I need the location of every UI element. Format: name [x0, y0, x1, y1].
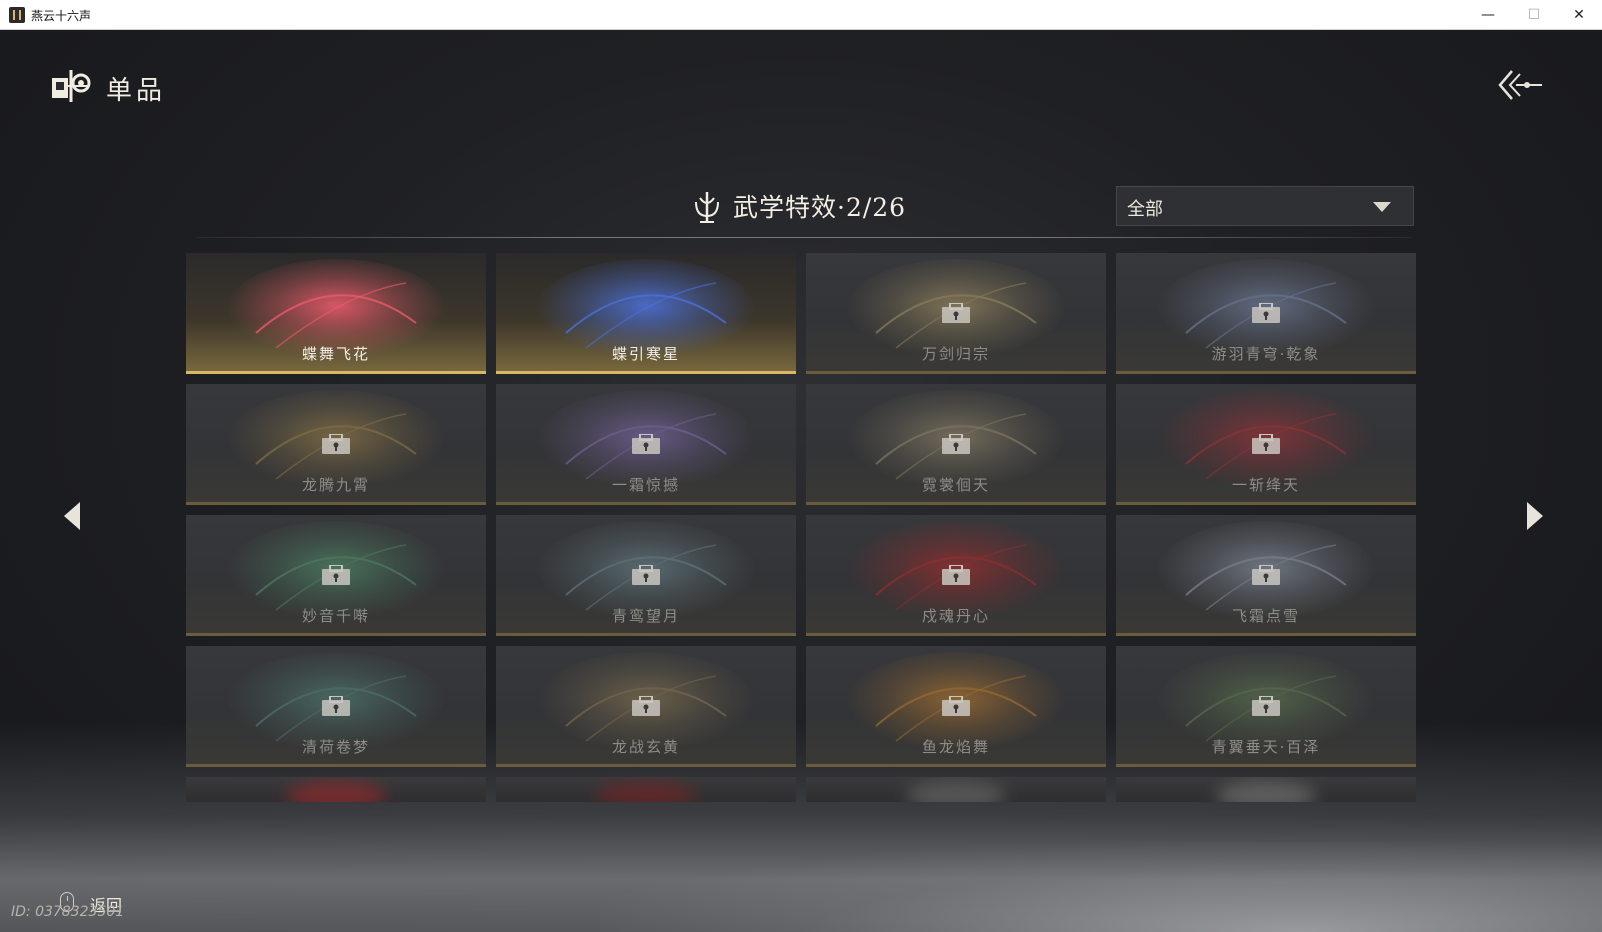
lock-icon	[632, 696, 660, 716]
effect-card-label: 清荷卷梦	[301, 738, 370, 756]
effect-card[interactable]: 妙音千啭	[186, 515, 486, 636]
lock-icon	[632, 434, 660, 454]
effect-card-label: 龙腾九霄	[301, 476, 370, 494]
effect-card-label: 蝶引寒星	[611, 345, 680, 363]
lock-icon	[632, 565, 660, 585]
effect-card[interactable]: 蝶舞飞花	[186, 253, 486, 374]
effect-card[interactable]: 戍魂丹心	[806, 515, 1106, 636]
lock-icon	[1252, 696, 1280, 716]
lock-icon	[942, 565, 970, 585]
chevron-down-icon	[1373, 202, 1391, 212]
close-button[interactable]: ✕	[1556, 0, 1602, 30]
lock-icon	[1252, 434, 1280, 454]
effect-card-label: 龙战玄黄	[611, 738, 680, 756]
effect-card[interactable]: 一霜惊撼	[496, 384, 796, 505]
effect-card-label: 游羽青穹·乾象	[1211, 345, 1321, 363]
effect-card-partial[interactable]	[186, 777, 486, 802]
lock-icon	[1252, 303, 1280, 323]
maximize-button[interactable]: ☐	[1511, 0, 1557, 30]
item-icon	[52, 70, 91, 102]
effect-art	[1216, 781, 1316, 802]
effect-card-label: 万剑归宗	[921, 345, 990, 363]
effect-card-label: 霓裳佪天	[921, 476, 990, 494]
effect-art	[596, 781, 696, 802]
lock-icon	[322, 434, 350, 454]
effect-card[interactable]: 龙腾九霄	[186, 384, 486, 505]
next-page-arrow-icon[interactable]	[1525, 500, 1545, 532]
effect-card[interactable]: 蝶引寒星	[496, 253, 796, 374]
lock-icon	[1252, 565, 1280, 585]
effect-card-partial[interactable]	[1116, 777, 1416, 802]
snow-ground	[600, 842, 1602, 932]
lock-icon	[322, 565, 350, 585]
effect-card[interactable]: 鱼龙焰舞	[806, 646, 1106, 767]
effect-card-label: 鱼龙焰舞	[921, 738, 990, 756]
game-viewport: 单品 武学特效·2/26 全部 蝶舞飞花 蝶引寒星 万剑归宗 游羽青穹·乾象龙腾九霄 一…	[0, 30, 1602, 932]
back-arrow-icon[interactable]	[1498, 68, 1544, 102]
effect-card-partial[interactable]	[496, 777, 796, 802]
effect-card[interactable]: 飞霜点雪	[1116, 515, 1416, 636]
window-titlebar: 燕云十六声 — ☐ ✕	[0, 0, 1602, 30]
effect-card-label: 蝶舞飞花	[301, 345, 370, 363]
effect-card[interactable]: 青翼垂天·百泽	[1116, 646, 1416, 767]
effect-card[interactable]: 万剑归宗	[806, 253, 1106, 374]
minimize-button[interactable]: —	[1465, 0, 1511, 30]
page-title: 单品	[106, 76, 167, 106]
effect-card-label: 飞霜点雪	[1231, 607, 1300, 625]
effect-card[interactable]: 游羽青穹·乾象	[1116, 253, 1416, 374]
effect-card-label: 青鸾望月	[611, 607, 680, 625]
effect-card[interactable]: 青鸾望月	[496, 515, 796, 636]
effect-art	[906, 781, 1006, 802]
lock-icon	[942, 696, 970, 716]
effect-card[interactable]: 一斩绛天	[1116, 384, 1416, 505]
lock-icon	[942, 434, 970, 454]
category-filter-dropdown[interactable]: 全部	[1116, 186, 1414, 226]
effect-card-label: 戍魂丹心	[921, 607, 990, 625]
lock-icon	[942, 303, 970, 323]
previous-page-arrow-icon[interactable]	[62, 500, 82, 532]
filter-selected-value: 全部	[1127, 199, 1163, 220]
lock-icon	[322, 696, 350, 716]
section-divider	[196, 237, 1412, 238]
effect-card-label: 一斩绛天	[1231, 476, 1300, 494]
section-title: 武学特效·2/26	[733, 193, 907, 222]
effect-card[interactable]: 清荷卷梦	[186, 646, 486, 767]
effect-card-grid: 蝶舞飞花 蝶引寒星 万剑归宗 游羽青穹·乾象 龙腾九霄 一霜惊撼 霓裳佪天 一斩绛天 妙音千啭青…	[186, 253, 1418, 823]
app-icon	[9, 7, 25, 23]
martial-arts-icon	[695, 192, 719, 223]
effect-card-label: 一霜惊撼	[611, 476, 680, 494]
effect-card-label: 妙音千啭	[301, 607, 370, 625]
effect-card-partial[interactable]	[806, 777, 1106, 802]
effect-card[interactable]: 霓裳佪天	[806, 384, 1106, 505]
effect-card[interactable]: 龙战玄黄	[496, 646, 796, 767]
effect-card-label: 青翼垂天·百泽	[1211, 738, 1321, 756]
player-id: ID: 0378323501	[11, 904, 125, 920]
effect-art	[286, 781, 386, 802]
window-title: 燕云十六声	[31, 9, 92, 23]
